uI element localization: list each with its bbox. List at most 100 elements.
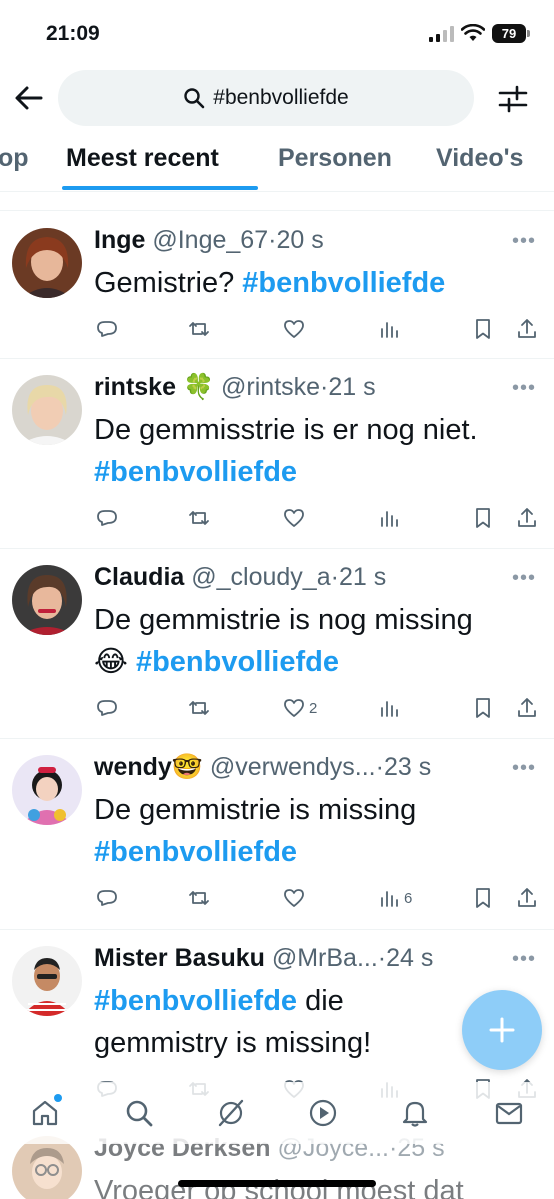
share-button[interactable] — [516, 503, 538, 533]
timestamp: 21 s — [338, 563, 387, 591]
bookmark-button[interactable] — [472, 503, 494, 533]
tweet[interactable]: rintske 🍀 @rintske·21 s ••• De gemmisstr… — [0, 359, 554, 549]
user-handle[interactable]: @rintske — [221, 373, 320, 401]
views-button[interactable]: 6 — [378, 883, 412, 913]
like-button[interactable] — [283, 503, 309, 533]
views-button[interactable] — [378, 503, 404, 533]
reply-button[interactable] — [96, 503, 118, 533]
back-arrow-icon[interactable] — [14, 84, 44, 112]
avatar[interactable] — [12, 946, 82, 1016]
views-icon — [381, 511, 398, 527]
compose-button[interactable] — [462, 990, 542, 1070]
like-icon — [284, 320, 304, 338]
retweet-icon — [189, 511, 209, 525]
emoji: 🍀 — [182, 373, 215, 401]
tweet-actions — [0, 503, 554, 533]
active-tab-indicator — [62, 186, 258, 190]
retweet-button[interactable] — [188, 503, 210, 533]
tweet[interactable]: wendy🤓 @verwendys...·23 s ••• De gemmist… — [0, 739, 554, 930]
wifi-icon — [461, 24, 485, 41]
like-button[interactable] — [283, 314, 309, 344]
avatar[interactable] — [12, 375, 82, 445]
grok-icon[interactable] — [216, 1098, 246, 1128]
notifications-icon[interactable] — [400, 1098, 430, 1128]
more-icon[interactable]: ••• — [512, 948, 536, 971]
user-handle[interactable]: @verwendys... — [210, 753, 376, 781]
reply-icon — [97, 510, 117, 526]
tweet-body: De gemmisstrie is er nog niet. — [94, 414, 478, 446]
tweet-body: Gemistrie? — [94, 267, 243, 299]
tab-people[interactable]: Personen — [278, 144, 392, 173]
divider — [0, 210, 554, 211]
tweet-body-line2: gemmistry is missing! — [94, 1027, 372, 1059]
hashtag-link[interactable]: #benbvolliefde — [94, 985, 297, 1017]
reply-button[interactable] — [96, 314, 118, 344]
tab-top[interactable]: op — [0, 144, 29, 173]
tweet-text: #benbvolliefde die gemmistry is missing! — [94, 980, 371, 1064]
hashtag-link[interactable]: #benbvolliefde — [242, 267, 445, 299]
search-bar[interactable]: #benbvolliefde — [58, 70, 474, 126]
share-button[interactable] — [516, 883, 538, 913]
reply-button[interactable] — [96, 693, 118, 723]
tab-latest[interactable]: Meest recent — [66, 144, 219, 173]
user-handle[interactable]: @MrBa... — [272, 944, 378, 972]
share-button[interactable] — [516, 693, 538, 723]
retweet-button[interactable] — [188, 314, 210, 344]
separator: · — [375, 753, 384, 781]
tweet-text: Gemistrie? #benbvolliefde — [94, 262, 445, 304]
tweet-body: De gemmistrie is nog missing — [94, 604, 473, 636]
more-icon[interactable]: ••• — [512, 757, 536, 780]
display-name[interactable]: Inge — [94, 226, 145, 254]
like-button[interactable]: 2 — [283, 693, 317, 723]
home-indicator — [178, 1180, 376, 1187]
more-icon[interactable]: ••• — [512, 377, 536, 400]
views-button[interactable] — [378, 314, 404, 344]
user-handle[interactable]: @_cloudy_a — [191, 563, 330, 591]
reply-icon — [97, 890, 117, 906]
hashtag-link[interactable]: #benbvolliefde — [94, 831, 416, 873]
bookmark-button[interactable] — [472, 883, 494, 913]
share-button[interactable] — [516, 314, 538, 344]
avatar[interactable] — [12, 228, 82, 298]
hashtag-link[interactable]: #benbvolliefde — [136, 646, 339, 678]
home-icon[interactable] — [30, 1098, 60, 1128]
emoji: 🤓 — [171, 753, 203, 781]
user-handle[interactable]: @Inge_67 — [152, 226, 268, 254]
search-tabs: op Meest recent Personen Video's — [0, 136, 554, 192]
emoji: 😂 — [94, 646, 128, 678]
bookmark-button[interactable] — [472, 314, 494, 344]
cellular-signal-icon — [429, 26, 454, 42]
tweet[interactable]: Claudia @_cloudy_a·21 s ••• De gemmistri… — [0, 549, 554, 739]
reply-button[interactable] — [96, 883, 118, 913]
bookmark-icon — [476, 508, 490, 528]
tweet[interactable]: Inge @Inge_67·20 s ••• Gemistrie? #benbv… — [0, 212, 554, 359]
more-icon[interactable]: ••• — [512, 567, 536, 590]
display-name[interactable]: rintske — [94, 373, 176, 401]
messages-icon[interactable] — [494, 1098, 524, 1128]
like-button[interactable] — [283, 883, 309, 913]
display-name[interactable]: wendy — [94, 753, 172, 781]
display-name[interactable]: Mister Basuku — [94, 944, 265, 972]
explore-icon[interactable] — [124, 1098, 154, 1128]
share-icon — [518, 888, 536, 907]
tab-videos[interactable]: Video's — [436, 144, 523, 173]
filter-icon[interactable] — [498, 84, 528, 114]
retweet-button[interactable] — [188, 693, 210, 723]
tweet-header: Claudia @_cloudy_a·21 s — [94, 563, 386, 592]
views-button[interactable] — [378, 693, 404, 723]
avatar[interactable] — [12, 755, 82, 825]
timestamp: 20 s — [276, 226, 324, 254]
reply-icon — [97, 321, 117, 337]
display-name[interactable]: Claudia — [94, 563, 184, 591]
more-icon[interactable]: ••• — [512, 230, 536, 253]
avatar[interactable] — [12, 565, 82, 635]
bookmark-button[interactable] — [472, 693, 494, 723]
hashtag-link[interactable]: #benbvolliefde — [94, 451, 478, 493]
video-icon[interactable] — [308, 1098, 338, 1128]
tweet-body: die — [297, 985, 344, 1017]
timestamp: 21 s — [328, 373, 376, 401]
reply-icon — [97, 700, 117, 716]
battery-level: 79 — [501, 26, 517, 41]
share-icon — [518, 698, 536, 717]
retweet-button[interactable] — [188, 883, 210, 913]
